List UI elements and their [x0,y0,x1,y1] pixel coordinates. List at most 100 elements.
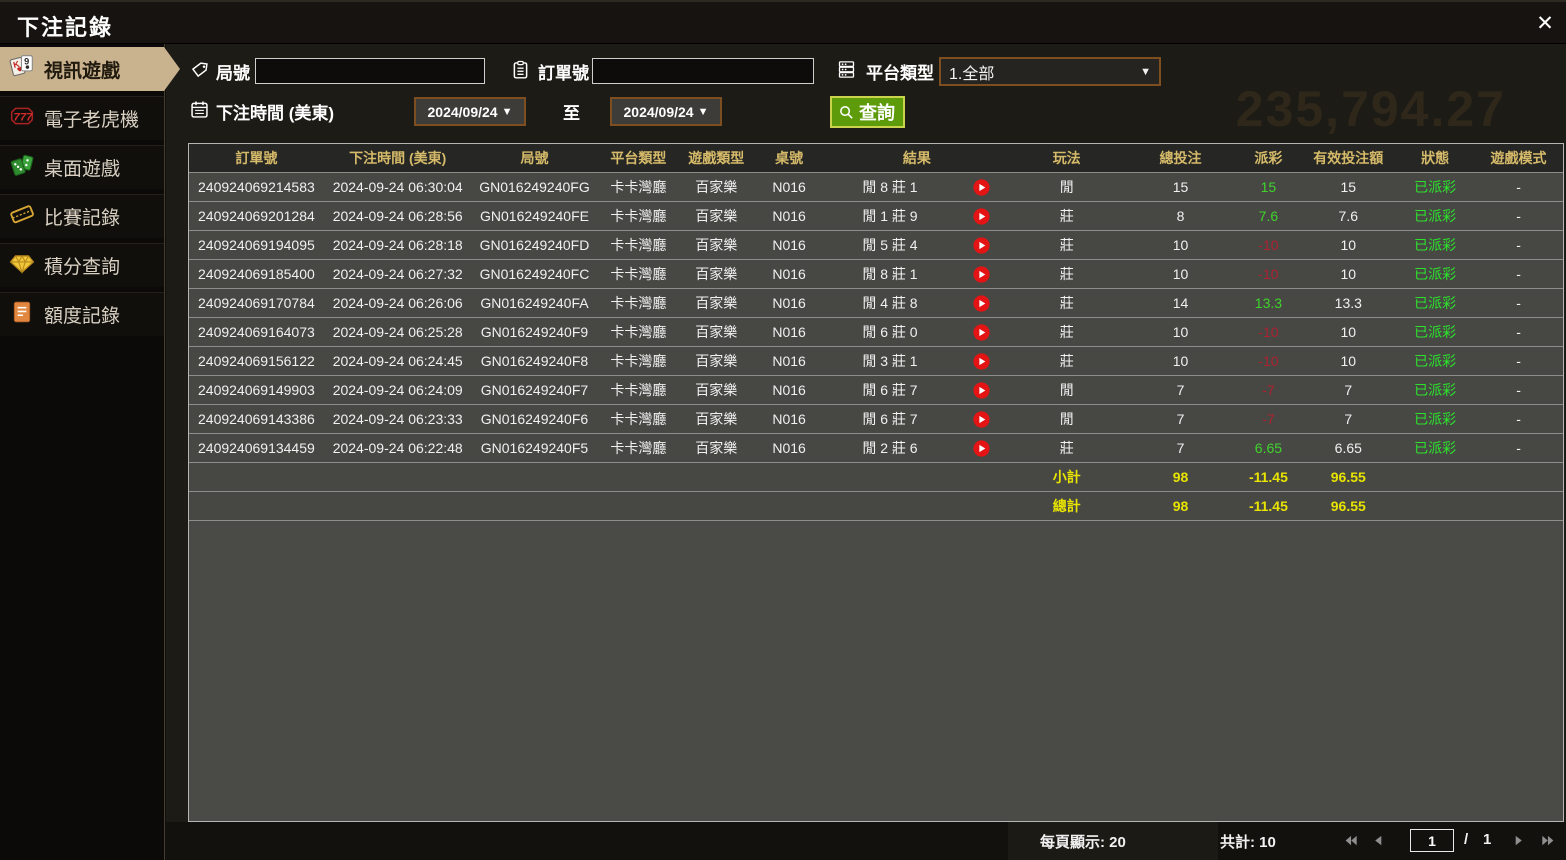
date-from-value: 2024/09/24 [428,104,498,120]
cell-empty [324,463,472,491]
table-row: 2409240691344592024-09-24 06:22:48GN0162… [189,434,1563,463]
search-button[interactable]: 查詢 [830,96,905,128]
replay-play-icon[interactable] [973,353,990,370]
close-icon[interactable]: ✕ [1532,11,1558,37]
date-to-picker[interactable]: 2024/09/24 ▼ [610,97,722,126]
cell-platform: 卡卡灣廳 [597,231,679,259]
platform-type-select[interactable]: 1.全部 ▼ [939,57,1161,86]
cell-bet-time: 2024-09-24 06:26:06 [324,289,472,317]
subtotal-row-valid-bet: 96.55 [1300,463,1396,491]
cell-game-mode: - [1474,202,1563,230]
page-number-input[interactable] [1410,829,1454,852]
platform-type-value: 1.全部 [949,60,994,84]
round-no-input[interactable] [255,58,485,84]
ticket-icon [9,201,35,233]
replay-play-icon[interactable] [973,440,990,457]
cell-play: 莊 [1009,318,1125,346]
first-page-icon[interactable] [1342,833,1359,848]
cell-round-no: GN016249240FE [472,202,598,230]
cell-order-no: 240924069164073 [189,318,324,346]
cell-valid-bet: 7 [1300,376,1396,404]
cell-payout: -10 [1236,260,1300,288]
cell-bet-time: 2024-09-24 06:28:18 [324,231,472,259]
cell-play: 莊 [1009,260,1125,288]
next-page-icon[interactable] [1510,833,1527,848]
sidebar-item-label: 電子老虎機 [44,105,139,132]
column-header: 遊戲類型 [679,144,753,172]
order-no-input[interactable] [592,58,814,84]
search-icon [838,104,855,121]
sidebar-item-credit-records[interactable]: 額度記錄 [0,292,164,336]
cell-replay [955,173,1009,201]
cell-game-type: 百家樂 [679,289,753,317]
sidebar-item-table-games[interactable]: 桌面遊戲 [0,145,164,189]
cell-payout: -10 [1236,231,1300,259]
sidebar-item-video-games[interactable]: K9視訊遊戲 [0,47,180,91]
cell-status: 已派彩 [1396,405,1474,433]
cell-game-mode: - [1474,260,1563,288]
grand-total-row-payout: -11.45 [1236,492,1300,520]
cell-replay [955,434,1009,462]
last-page-icon[interactable] [1540,833,1557,848]
replay-play-icon[interactable] [973,237,990,254]
date-from-picker[interactable]: 2024/09/24 ▼ [414,97,526,126]
replay-play-icon[interactable] [973,266,990,283]
cell-game-type: 百家樂 [679,347,753,375]
cell-order-no: 240924069185400 [189,260,324,288]
sidebar-item-points-query[interactable]: 積分查詢 [0,243,164,287]
replay-play-icon[interactable] [973,324,990,341]
cell-empty [825,463,955,491]
cell-table-no: N016 [753,173,825,201]
cell-replay [955,202,1009,230]
replay-play-icon[interactable] [973,382,990,399]
cell-game-mode: - [1474,347,1563,375]
per-page-value: 20 [1109,834,1126,851]
cell-valid-bet: 6.65 [1300,434,1396,462]
cell-game-type: 百家樂 [679,318,753,346]
replay-play-icon[interactable] [973,179,990,196]
replay-play-icon[interactable] [973,411,990,428]
prev-page-icon[interactable] [1370,833,1387,848]
column-header: 遊戲模式 [1474,144,1563,172]
sidebar-item-slots[interactable]: 777 電子老虎機 [0,96,164,140]
cell-game-type: 百家樂 [679,376,753,404]
cell-game-mode: - [1474,318,1563,346]
cell-play: 閒 [1009,173,1125,201]
cell-bet-time: 2024-09-24 06:30:04 [324,173,472,201]
cell-empty [597,463,679,491]
cell-total-bet: 10 [1125,318,1237,346]
cell-round-no: GN016249240FG [472,173,598,201]
playing-cards-icon: K9 [9,53,35,85]
cell-empty [955,492,1009,520]
cell-order-no: 240924069201284 [189,202,324,230]
cell-play: 閒 [1009,405,1125,433]
column-header: 玩法 [1009,144,1125,172]
cell-replay [955,376,1009,404]
replay-play-icon[interactable] [973,208,990,225]
cell-total-bet: 15 [1125,173,1237,201]
cell-empty [1474,492,1563,520]
cell-play: 莊 [1009,289,1125,317]
cell-status: 已派彩 [1396,434,1474,462]
table-header-row: 訂單號下注時間 (美東)局號平台類型遊戲類型桌號結果玩法總投注派彩有效投注額狀態… [189,144,1563,173]
diamond-icon [9,250,35,282]
cell-valid-bet: 10 [1300,347,1396,375]
cell-game-type: 百家樂 [679,405,753,433]
total-count-label: 共計: [1220,834,1255,851]
grand-total-row-valid-bet: 96.55 [1300,492,1396,520]
cell-status: 已派彩 [1396,376,1474,404]
cell-valid-bet: 10 [1300,318,1396,346]
cell-table-no: N016 [753,405,825,433]
cell-round-no: GN016249240F7 [472,376,598,404]
bet-time-label: 下注時間 (美東) [216,99,334,124]
cell-table-no: N016 [753,376,825,404]
cell-payout: -10 [1236,347,1300,375]
cell-order-no: 240924069149903 [189,376,324,404]
sidebar-item-match-records[interactable]: 比賽記錄 [0,194,164,238]
cell-total-bet: 10 [1125,347,1237,375]
pagination-bar: 每頁顯示: 20 共計: 10 / 1 [166,822,1566,860]
svg-text:777: 777 [14,111,34,123]
cell-play: 莊 [1009,202,1125,230]
replay-play-icon[interactable] [973,295,990,312]
chevron-down-icon: ▼ [502,106,513,118]
